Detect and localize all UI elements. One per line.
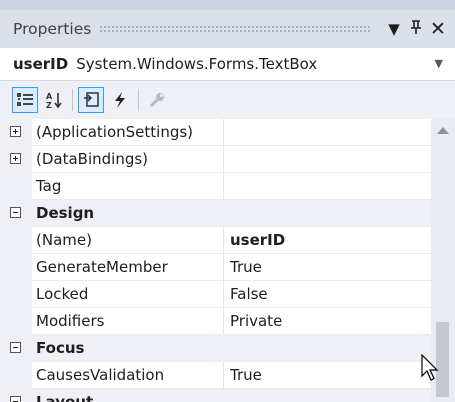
categorized-icon bbox=[17, 93, 33, 106]
lightning-icon bbox=[115, 92, 125, 108]
svg-text:A: A bbox=[46, 92, 53, 101]
category-name: Layout bbox=[36, 393, 94, 402]
alphabetical-view-button[interactable]: A Z bbox=[41, 87, 67, 113]
events-view-button[interactable] bbox=[107, 87, 133, 113]
properties-view-button[interactable] bbox=[78, 87, 104, 113]
panel-titlebar[interactable]: Properties ▼ ✕ bbox=[0, 10, 455, 48]
collapse-icon[interactable] bbox=[10, 396, 21, 402]
properties-icon bbox=[84, 92, 99, 107]
toolbar-separator bbox=[138, 89, 139, 111]
row-gutter bbox=[0, 308, 32, 335]
property-row-generatemember[interactable]: GenerateMember True bbox=[0, 254, 431, 281]
property-row-name[interactable]: (Name) userID bbox=[0, 227, 431, 254]
property-value[interactable]: userID bbox=[225, 227, 431, 254]
categorized-view-button[interactable] bbox=[12, 87, 38, 113]
row-gutter bbox=[0, 173, 32, 200]
row-gutter bbox=[0, 119, 32, 146]
toolbar-separator bbox=[72, 89, 73, 111]
object-selector[interactable]: userID System.Windows.Forms.TextBox ▼ bbox=[0, 48, 455, 81]
row-gutter bbox=[0, 281, 32, 308]
svg-text:Z: Z bbox=[46, 101, 52, 109]
property-value[interactable]: True bbox=[225, 362, 431, 389]
property-name: (ApplicationSettings) bbox=[32, 119, 224, 146]
property-value[interactable] bbox=[225, 119, 431, 146]
property-name: (DataBindings) bbox=[32, 146, 224, 173]
property-row-locked[interactable]: Locked False bbox=[0, 281, 431, 308]
row-gutter bbox=[0, 335, 32, 362]
category-name: Focus bbox=[36, 339, 85, 357]
property-row-databindings[interactable]: (DataBindings) bbox=[0, 146, 431, 173]
property-row-tag[interactable]: Tag bbox=[0, 173, 431, 200]
row-gutter bbox=[0, 362, 32, 389]
chevron-down-icon[interactable]: ▼ bbox=[435, 57, 443, 70]
scroll-up-icon[interactable] bbox=[437, 127, 449, 134]
property-row-modifiers[interactable]: Modifiers Private bbox=[0, 308, 431, 335]
properties-toolbar: A Z bbox=[0, 81, 455, 119]
row-gutter bbox=[0, 227, 32, 254]
collapse-icon[interactable] bbox=[10, 207, 21, 218]
window-position-dropdown-icon[interactable]: ▼ bbox=[383, 20, 405, 38]
drag-grip[interactable] bbox=[99, 25, 371, 33]
property-row-causesvalidation[interactable]: CausesValidation True bbox=[0, 362, 431, 389]
property-value[interactable]: False bbox=[225, 281, 431, 308]
row-gutter bbox=[0, 146, 32, 173]
property-value[interactable]: True bbox=[225, 254, 431, 281]
mouse-cursor-icon bbox=[421, 354, 439, 381]
property-name: Tag bbox=[32, 173, 224, 200]
property-row-applicationsettings[interactable]: (ApplicationSettings) bbox=[0, 119, 431, 146]
category-row-layout[interactable]: Layout bbox=[0, 389, 431, 402]
property-name: CausesValidation bbox=[32, 362, 224, 389]
property-grid: (ApplicationSettings) (DataBindings) Tag… bbox=[0, 119, 431, 402]
property-value[interactable] bbox=[225, 146, 431, 173]
property-value[interactable] bbox=[225, 173, 431, 200]
category-row-focus[interactable]: Focus bbox=[0, 335, 431, 362]
property-name: GenerateMember bbox=[32, 254, 224, 281]
close-icon[interactable]: ✕ bbox=[427, 18, 449, 40]
panel-title: Properties bbox=[13, 20, 92, 38]
collapse-icon[interactable] bbox=[10, 342, 21, 353]
sort-az-icon: A Z bbox=[46, 92, 62, 109]
category-row-design[interactable]: Design bbox=[0, 200, 431, 227]
object-name: userID bbox=[13, 55, 69, 73]
category-name: Design bbox=[36, 204, 95, 222]
property-name: Locked bbox=[32, 281, 224, 308]
row-gutter bbox=[0, 389, 32, 402]
property-name: Modifiers bbox=[32, 308, 224, 335]
property-name: (Name) bbox=[32, 227, 224, 254]
row-gutter bbox=[0, 200, 32, 227]
expand-icon[interactable] bbox=[10, 153, 21, 164]
object-type: System.Windows.Forms.TextBox bbox=[76, 55, 318, 73]
property-value[interactable]: Private bbox=[225, 308, 431, 335]
top-strip bbox=[0, 0, 455, 10]
wrench-icon bbox=[149, 93, 164, 108]
row-gutter bbox=[0, 254, 32, 281]
auto-hide-pin-icon[interactable] bbox=[405, 19, 427, 39]
expand-icon[interactable] bbox=[10, 126, 21, 137]
property-pages-button[interactable] bbox=[144, 87, 170, 113]
